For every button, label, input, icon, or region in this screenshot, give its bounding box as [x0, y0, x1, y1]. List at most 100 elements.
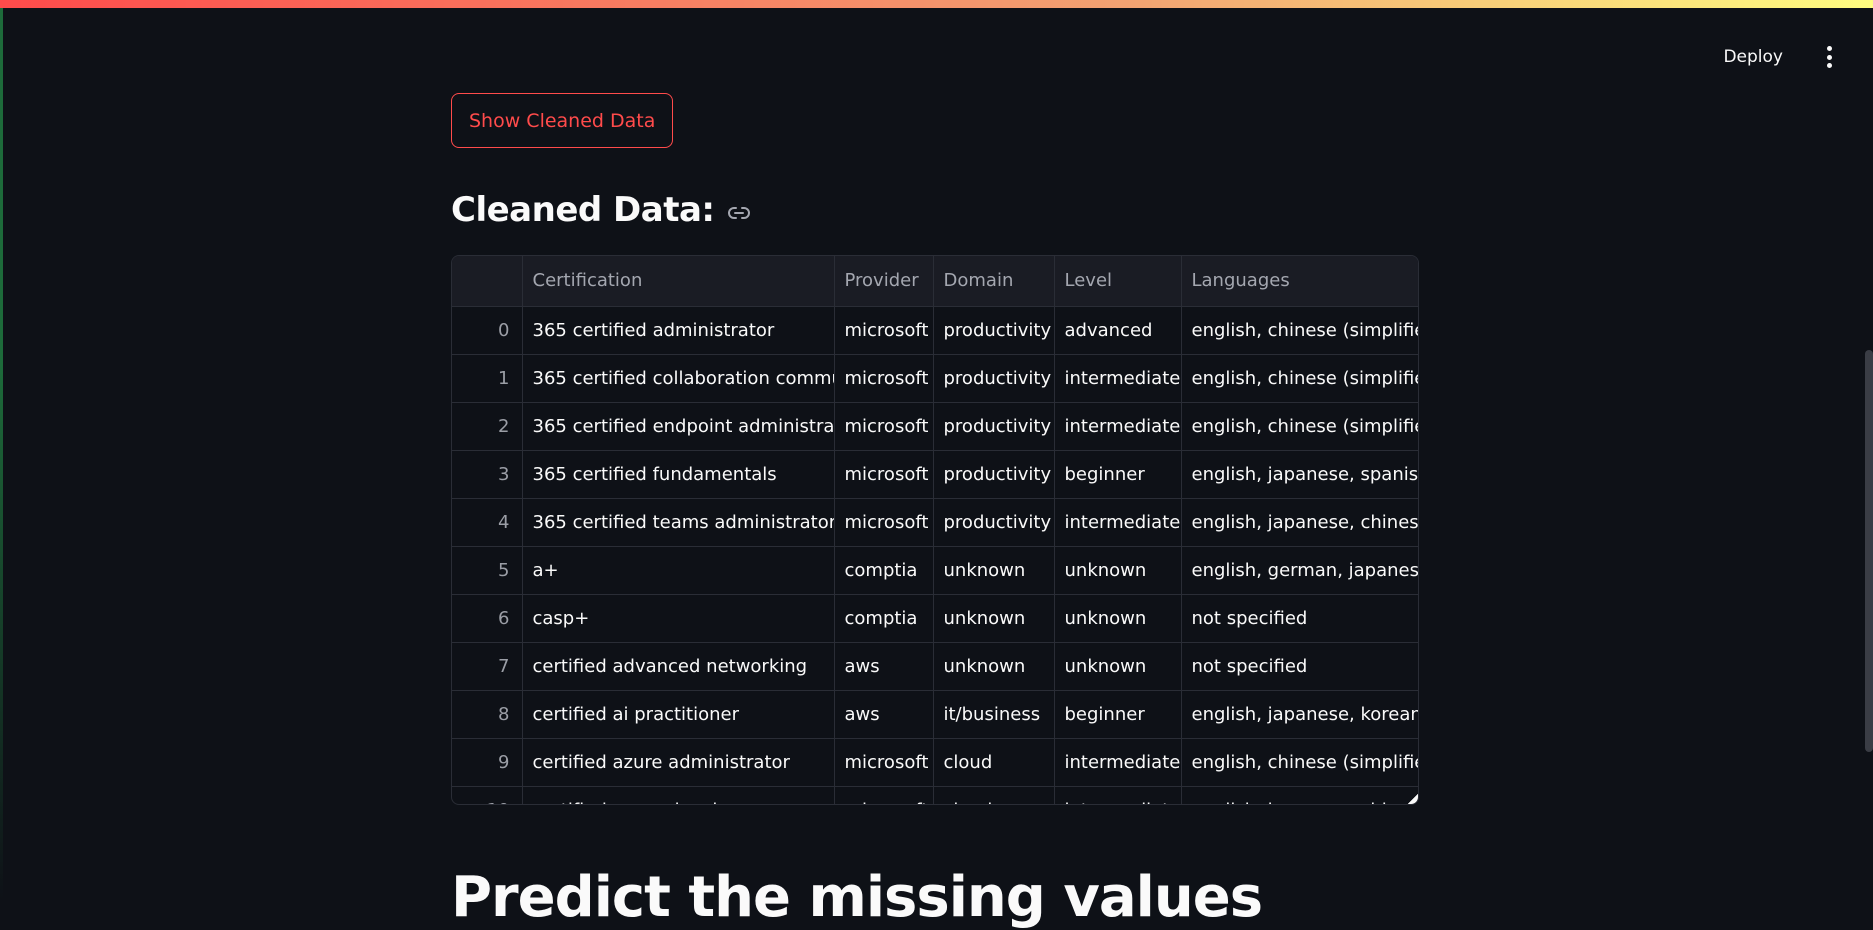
cell-languages[interactable]: english, japanese, chinese (simplified) — [1181, 498, 1418, 547]
table-header-row: Certification Provider Domain Level Lang… — [452, 256, 1418, 307]
menu-dot — [1826, 63, 1832, 68]
column-header-languages[interactable]: Languages — [1181, 256, 1418, 307]
cell-level[interactable]: intermediate — [1054, 786, 1182, 804]
cell-level[interactable]: unknown — [1054, 546, 1182, 595]
row-index: 8 — [452, 690, 523, 739]
cell-provider[interactable]: aws — [834, 690, 934, 739]
cell-provider[interactable]: microsoft — [834, 306, 934, 355]
row-index: 3 — [452, 450, 523, 499]
row-index: 10 — [452, 786, 523, 804]
menu-dot — [1826, 46, 1832, 51]
column-header-provider[interactable]: Provider — [834, 256, 934, 307]
cell-domain[interactable]: unknown — [933, 594, 1055, 643]
cell-domain[interactable]: it/business — [933, 690, 1055, 739]
cell-languages[interactable]: english, chinese (simplified), japanese — [1181, 354, 1418, 403]
cell-level[interactable]: beginner — [1054, 450, 1182, 499]
table-row: 6 casp+ comptia unknown unknown not spec… — [452, 594, 1418, 643]
cell-certification[interactable]: 365 certified fundamentals — [522, 450, 835, 499]
predict-heading: Predict the missing values — [451, 865, 1263, 930]
cell-domain[interactable]: productivity — [933, 306, 1055, 355]
cell-certification[interactable]: certified ai practitioner — [522, 690, 835, 739]
table-row: 10 certified azure developer microsoft c… — [452, 786, 1418, 804]
cell-certification[interactable]: 365 certified administrator — [522, 306, 835, 355]
cell-provider[interactable]: microsoft — [834, 402, 934, 451]
cell-certification[interactable]: certified azure administrator — [522, 738, 835, 787]
page-scrollbar[interactable] — [1865, 350, 1873, 752]
cell-provider[interactable]: microsoft — [834, 738, 934, 787]
table-row: 5 a+ comptia unknown unknown english, ge… — [452, 546, 1418, 595]
cell-domain[interactable]: productivity — [933, 450, 1055, 499]
main-menu-icon[interactable] — [1823, 46, 1835, 68]
row-index: 2 — [452, 402, 523, 451]
cell-level[interactable]: intermediate — [1054, 738, 1182, 787]
cell-provider[interactable]: comptia — [834, 546, 934, 595]
link-icon[interactable] — [727, 201, 751, 225]
cell-domain[interactable]: cloud — [933, 786, 1055, 804]
cell-certification[interactable]: 365 certified collaboration communicatio… — [522, 354, 835, 403]
table-row: 9 certified azure administrator microsof… — [452, 738, 1418, 787]
cell-languages[interactable]: english, chinese (simplified), japanese — [1181, 738, 1418, 787]
cell-certification[interactable]: 365 certified endpoint administrator — [522, 402, 835, 451]
cell-domain[interactable]: productivity — [933, 498, 1055, 547]
cell-provider[interactable]: comptia — [834, 594, 934, 643]
row-index: 0 — [452, 306, 523, 355]
table-row: 4 365 certified teams administrator micr… — [452, 498, 1418, 547]
cell-languages[interactable]: english, japanese, chinese — [1181, 786, 1418, 804]
table-row: 1 365 certified collaboration communicat… — [452, 354, 1418, 403]
cell-certification[interactable]: 365 certified teams administrator — [522, 498, 835, 547]
cell-languages[interactable]: english, japanese, korean, portuguese — [1181, 690, 1418, 739]
dataframe: Certification Provider Domain Level Lang… — [452, 256, 1418, 804]
cell-languages[interactable]: english, chinese (simplified), japanese — [1181, 402, 1418, 451]
show-cleaned-data-button[interactable]: Show Cleaned Data — [451, 93, 674, 148]
table-row: 7 certified advanced networking aws unkn… — [452, 642, 1418, 691]
cell-domain[interactable]: productivity — [933, 402, 1055, 451]
row-index: 5 — [452, 546, 523, 595]
cell-domain[interactable]: cloud — [933, 738, 1055, 787]
cell-domain[interactable]: productivity — [933, 354, 1055, 403]
cell-provider[interactable]: aws — [834, 642, 934, 691]
cell-domain[interactable]: unknown — [933, 642, 1055, 691]
column-header-level[interactable]: Level — [1054, 256, 1182, 307]
cell-certification[interactable]: a+ — [522, 546, 835, 595]
row-index: 4 — [452, 498, 523, 547]
section-title: Cleaned Data: — [451, 190, 715, 230]
cell-provider[interactable]: microsoft — [834, 450, 934, 499]
cell-provider[interactable]: microsoft — [834, 498, 934, 547]
table-row: 2 365 certified endpoint administrator m… — [452, 402, 1418, 451]
deploy-button[interactable]: Deploy — [1723, 47, 1783, 67]
cell-domain[interactable]: unknown — [933, 546, 1055, 595]
cell-languages[interactable]: english, german, japanese — [1181, 546, 1418, 595]
cell-provider[interactable]: microsoft — [834, 786, 934, 804]
app-header: Deploy — [1473, 8, 1873, 103]
cell-languages[interactable]: english, chinese (simplified), japanese — [1181, 306, 1418, 355]
cell-level[interactable]: unknown — [1054, 642, 1182, 691]
cell-languages[interactable]: english, japanese, spanish, german — [1181, 450, 1418, 499]
left-edge-decoration — [0, 8, 3, 900]
resize-handle[interactable] — [1408, 794, 1418, 804]
cell-level[interactable]: advanced — [1054, 306, 1182, 355]
row-index: 9 — [452, 738, 523, 787]
cell-level[interactable]: intermediate — [1054, 402, 1182, 451]
table-row: 0 365 certified administrator microsoft … — [452, 306, 1418, 355]
column-header-index[interactable] — [452, 256, 523, 307]
cell-provider[interactable]: microsoft — [834, 354, 934, 403]
column-header-certification[interactable]: Certification — [522, 256, 835, 307]
cell-level[interactable]: intermediate — [1054, 498, 1182, 547]
menu-dot — [1826, 54, 1832, 60]
cell-level[interactable]: unknown — [1054, 594, 1182, 643]
cell-certification[interactable]: certified advanced networking — [522, 642, 835, 691]
cell-level[interactable]: intermediate — [1054, 354, 1182, 403]
cell-level[interactable]: beginner — [1054, 690, 1182, 739]
cell-certification[interactable]: certified azure developer — [522, 786, 835, 804]
cell-languages[interactable]: not specified — [1181, 642, 1418, 691]
data-table[interactable]: Certification Provider Domain Level Lang… — [451, 255, 1419, 805]
cell-certification[interactable]: casp+ — [522, 594, 835, 643]
row-index: 1 — [452, 354, 523, 403]
row-index: 6 — [452, 594, 523, 643]
table-row: 8 certified ai practitioner aws it/busin… — [452, 690, 1418, 739]
top-decoration-bar — [0, 0, 1873, 8]
column-header-domain[interactable]: Domain — [933, 256, 1055, 307]
cell-languages[interactable]: not specified — [1181, 594, 1418, 643]
section-header: Cleaned Data: — [451, 190, 751, 230]
table-row: 3 365 certified fundamentals microsoft p… — [452, 450, 1418, 499]
